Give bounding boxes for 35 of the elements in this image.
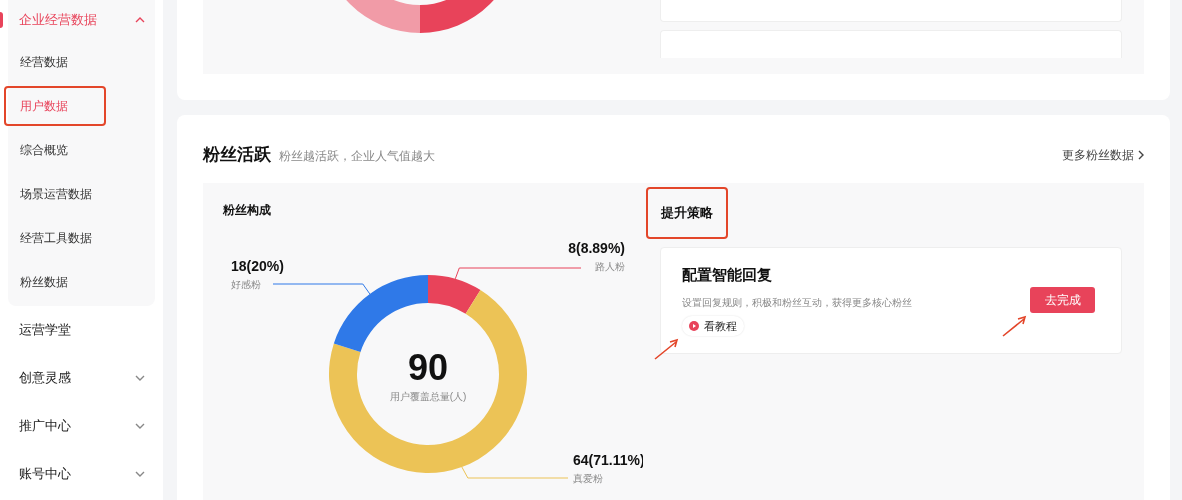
section-subtitle: 粉丝越活跃，企业人气值越大 (279, 148, 435, 166)
menu-item[interactable]: 账号中心 (8, 450, 155, 498)
value-label: 8(8.89%) (568, 240, 625, 256)
task-description: 设置回复规则，积极和粉丝互动，获得更多核心粉丝 (682, 295, 912, 310)
category-label: 好感粉 (231, 279, 261, 290)
category-label: 路人粉 (595, 261, 625, 272)
chevron-icon (135, 375, 145, 381)
menu-item[interactable]: 场景运营数据 (4, 174, 106, 214)
total-label: 用户覆盖总量(人) (389, 391, 467, 402)
chevron-right-icon (1138, 150, 1144, 160)
task-title: 配置智能回复 (682, 265, 773, 285)
total-value: 90 (408, 347, 448, 388)
menu-item[interactable]: 用户数据 (4, 86, 106, 126)
chevron-icon (135, 471, 145, 477)
value-label: 64(71.11%) (573, 452, 643, 468)
play-icon (689, 320, 699, 331)
complete-button[interactable]: 去完成 (1030, 287, 1095, 313)
value-label: 18(20%) (231, 258, 284, 274)
menu-item[interactable]: 推广中心 (8, 402, 155, 450)
menu-item[interactable]: 粉丝数据 (4, 262, 106, 302)
chart-title: 粉丝构成 (223, 202, 271, 219)
menu-item[interactable]: 经营工具数据 (4, 218, 106, 258)
section-title: 粉丝活跃 (203, 144, 271, 167)
menu-item[interactable]: 运营学堂 (8, 306, 155, 354)
chevron-icon (135, 423, 145, 429)
menu-item[interactable]: 创意灵感 (8, 354, 155, 402)
more-link[interactable]: 更多粉丝数据 (1062, 146, 1144, 164)
menu-item[interactable]: 经营数据 (4, 42, 106, 82)
active-indicator (0, 12, 3, 28)
chevron-icon (135, 17, 145, 23)
menu-group[interactable]: 企业经营数据 (8, 0, 155, 40)
tutorial-link[interactable]: 看教程 (682, 315, 744, 336)
menu-item[interactable]: 综合概览 (4, 130, 106, 170)
category-label: 真爱粉 (573, 473, 603, 484)
strategy-title: 提升策略 (646, 187, 728, 239)
